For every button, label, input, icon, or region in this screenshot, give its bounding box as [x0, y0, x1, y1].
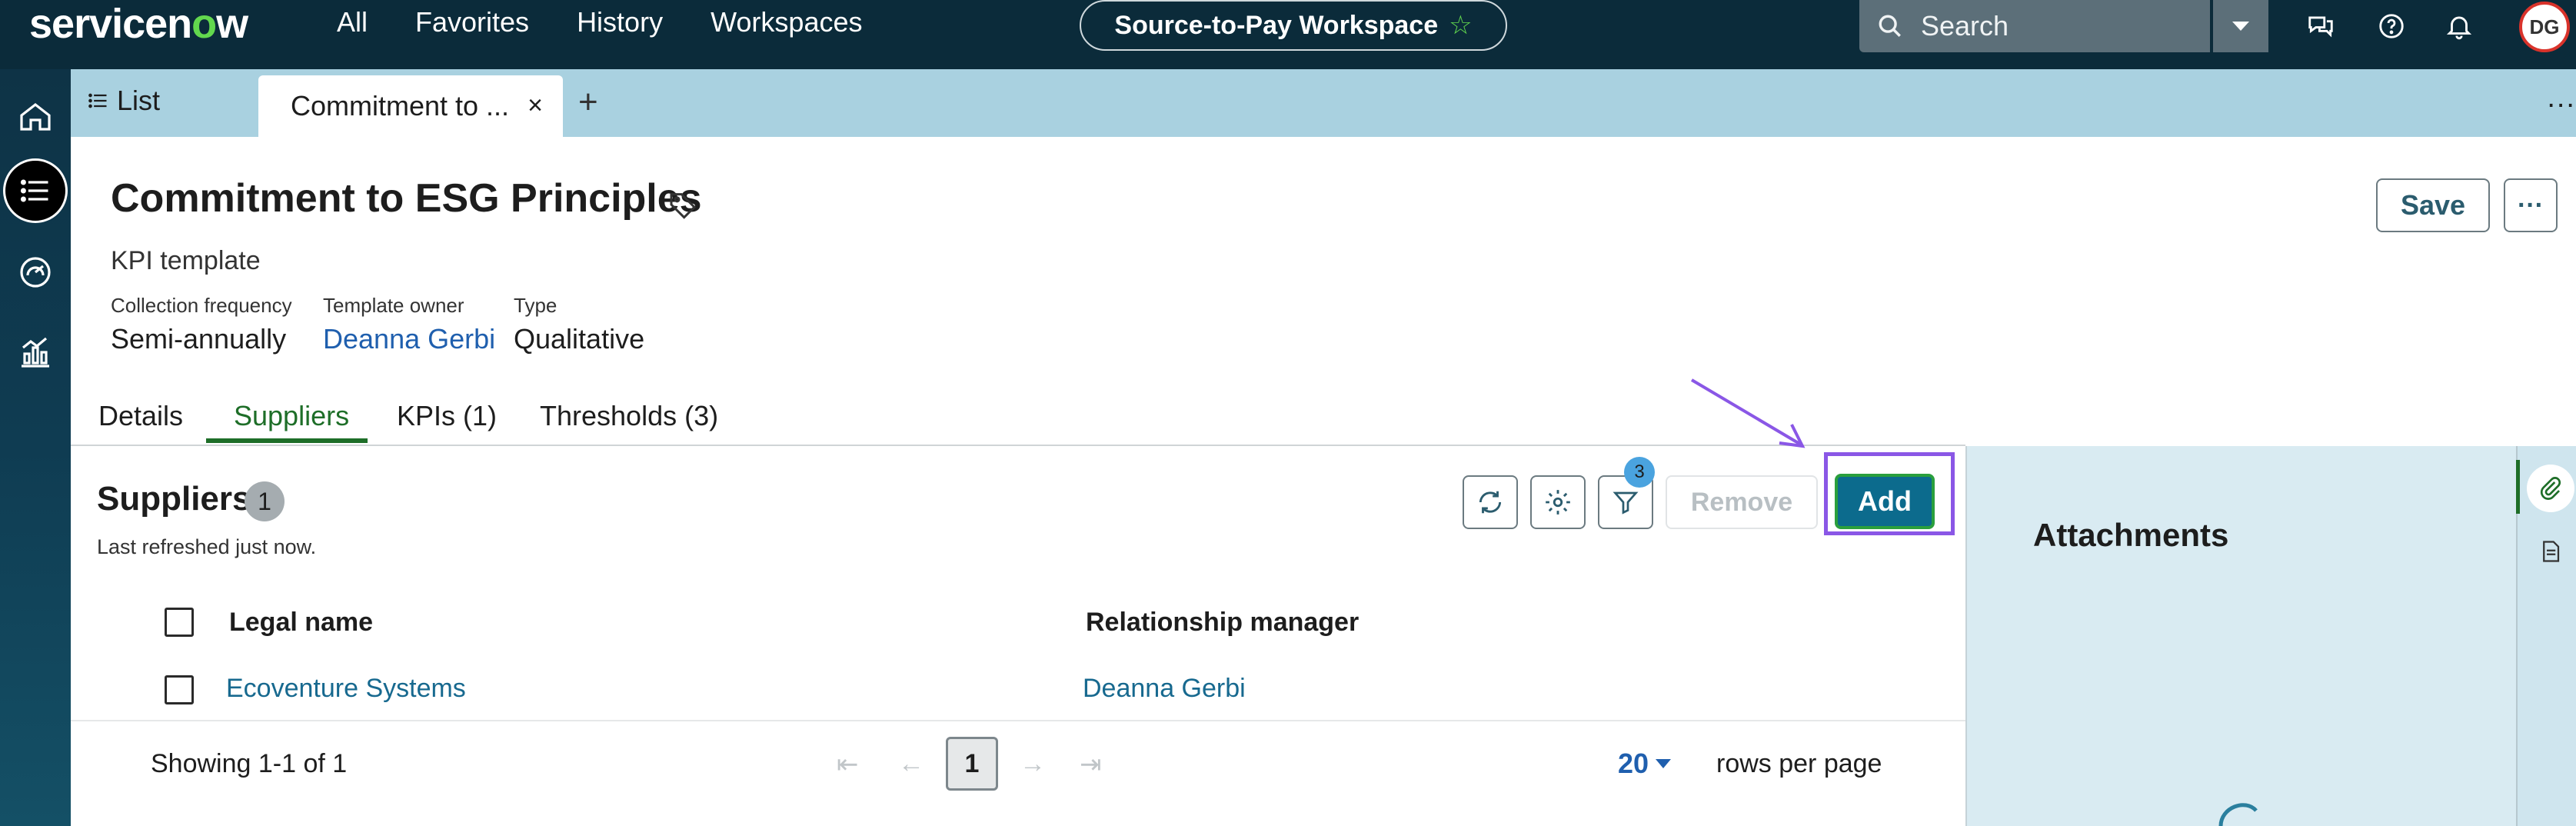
- settings-button[interactable]: [1530, 475, 1586, 529]
- nav-history[interactable]: History: [577, 6, 663, 38]
- star-icon[interactable]: ☆: [1449, 10, 1472, 41]
- tab-suppliers[interactable]: Suppliers: [234, 400, 349, 432]
- attachment-illustration-icon: [2218, 803, 2258, 826]
- tag-icon[interactable]: [667, 189, 698, 220]
- servicenow-logo[interactable]: servicen o w: [29, 0, 248, 48]
- last-page-icon: ⇥: [1080, 750, 1102, 779]
- collection-frequency-value: Semi-annually: [111, 323, 287, 355]
- last-refreshed-text: Last refreshed just now.: [97, 535, 317, 558]
- tab-details[interactable]: Details: [98, 400, 183, 432]
- select-all-checkbox[interactable]: [165, 608, 194, 637]
- attachments-panel: [1965, 446, 2516, 826]
- top-nav: All Favorites History Workspaces: [337, 6, 862, 38]
- user-avatar[interactable]: DG: [2519, 2, 2570, 52]
- filter-icon: [1612, 491, 1639, 515]
- workspace-pill[interactable]: Source-to-Pay Workspace ☆: [1080, 0, 1507, 51]
- chat-icon[interactable]: [2302, 8, 2339, 45]
- list-icon[interactable]: [3, 158, 68, 223]
- table-row-divider: [71, 720, 1965, 721]
- attachments-heading: Attachments: [2033, 517, 2229, 553]
- gear-icon: [1546, 490, 1570, 515]
- close-tab-icon[interactable]: ×: [528, 91, 543, 121]
- search-placeholder: Search: [1921, 10, 2009, 42]
- add-tab-icon[interactable]: +: [578, 83, 598, 122]
- help-icon[interactable]: [2373, 8, 2410, 45]
- type-value: Qualitative: [514, 323, 645, 355]
- refresh-icon: [1479, 491, 1502, 514]
- tab-thresholds[interactable]: Thresholds (3): [540, 400, 718, 432]
- left-rail: [0, 69, 71, 826]
- analytics-icon[interactable]: [3, 320, 68, 385]
- template-owner-label: Template owner: [323, 294, 464, 317]
- page-title: Commitment to ESG Principles: [111, 176, 702, 221]
- annotation-arrow-icon: [1690, 378, 1806, 448]
- first-page-icon: ⇤: [837, 750, 859, 779]
- type-label: Type: [514, 294, 557, 317]
- search-scope-dropdown[interactable]: [2213, 0, 2268, 52]
- workspace-name: Source-to-Pay Workspace: [1114, 10, 1439, 40]
- active-tab-indicator: [206, 438, 368, 443]
- remove-button: Remove: [1666, 475, 1818, 529]
- column-header-relationship-manager[interactable]: Relationship manager: [1086, 608, 1359, 638]
- more-actions-button[interactable]: ···: [2504, 178, 2558, 232]
- tab-strip: List Commitment to ... × + ...: [71, 69, 2576, 137]
- rows-per-page-select[interactable]: 20: [1618, 748, 1672, 780]
- rows-per-page-label: rows per page: [1716, 749, 1882, 778]
- suppliers-heading: Suppliers: [97, 480, 251, 518]
- tabs-divider: [71, 445, 1965, 446]
- more-tabs-icon[interactable]: ...: [2547, 82, 2576, 115]
- filter-count-badge: 3: [1624, 457, 1655, 488]
- previous-page-icon: ←: [898, 749, 924, 778]
- current-page-button[interactable]: 1: [946, 737, 998, 791]
- nav-workspaces[interactable]: Workspaces: [711, 6, 862, 38]
- bell-icon[interactable]: [2441, 8, 2478, 45]
- add-button[interactable]: Add: [1835, 474, 1935, 529]
- tab-list-label: List: [117, 85, 161, 116]
- rows-per-page-value: 20: [1618, 748, 1649, 779]
- nav-favorites[interactable]: Favorites: [415, 6, 529, 38]
- next-page-icon: →: [1020, 749, 1046, 778]
- document-icon[interactable]: [2539, 538, 2562, 565]
- suppliers-count-badge: 1: [245, 481, 285, 521]
- supplier-legal-name-link[interactable]: Ecoventure Systems: [226, 674, 466, 704]
- tab-kpis[interactable]: KPIs (1): [397, 400, 497, 432]
- column-header-legal-name[interactable]: Legal name: [229, 608, 373, 638]
- tab-commitment-label: Commitment to ...: [291, 90, 510, 122]
- refresh-button[interactable]: [1463, 475, 1518, 529]
- tab-commitment[interactable]: Commitment to ... ×: [258, 75, 563, 137]
- nav-all[interactable]: All: [337, 6, 368, 38]
- pagination-summary: Showing 1-1 of 1: [151, 749, 348, 778]
- side-active-indicator: [2516, 460, 2520, 514]
- template-owner-link[interactable]: Deanna Gerbi: [323, 323, 495, 355]
- home-icon[interactable]: [3, 85, 68, 149]
- search-icon: [1859, 13, 1921, 39]
- chevron-down-icon: [1656, 759, 1672, 768]
- top-bar: servicen o w All Favorites History Workspa…: [0, 0, 2576, 69]
- list-icon: [88, 93, 107, 108]
- relationship-manager-link[interactable]: Deanna Gerbi: [1083, 674, 1246, 704]
- dashboard-icon[interactable]: [3, 240, 68, 305]
- record-subtitle: KPI template: [111, 246, 261, 275]
- save-button[interactable]: Save: [2376, 178, 2490, 232]
- paperclip-icon[interactable]: [2527, 465, 2574, 512]
- collection-frequency-label: Collection frequency: [111, 294, 292, 317]
- chevron-down-icon: [2232, 22, 2249, 31]
- search-input[interactable]: Search: [1859, 0, 2210, 52]
- tab-list[interactable]: List: [88, 85, 160, 117]
- row-checkbox[interactable]: [165, 675, 194, 704]
